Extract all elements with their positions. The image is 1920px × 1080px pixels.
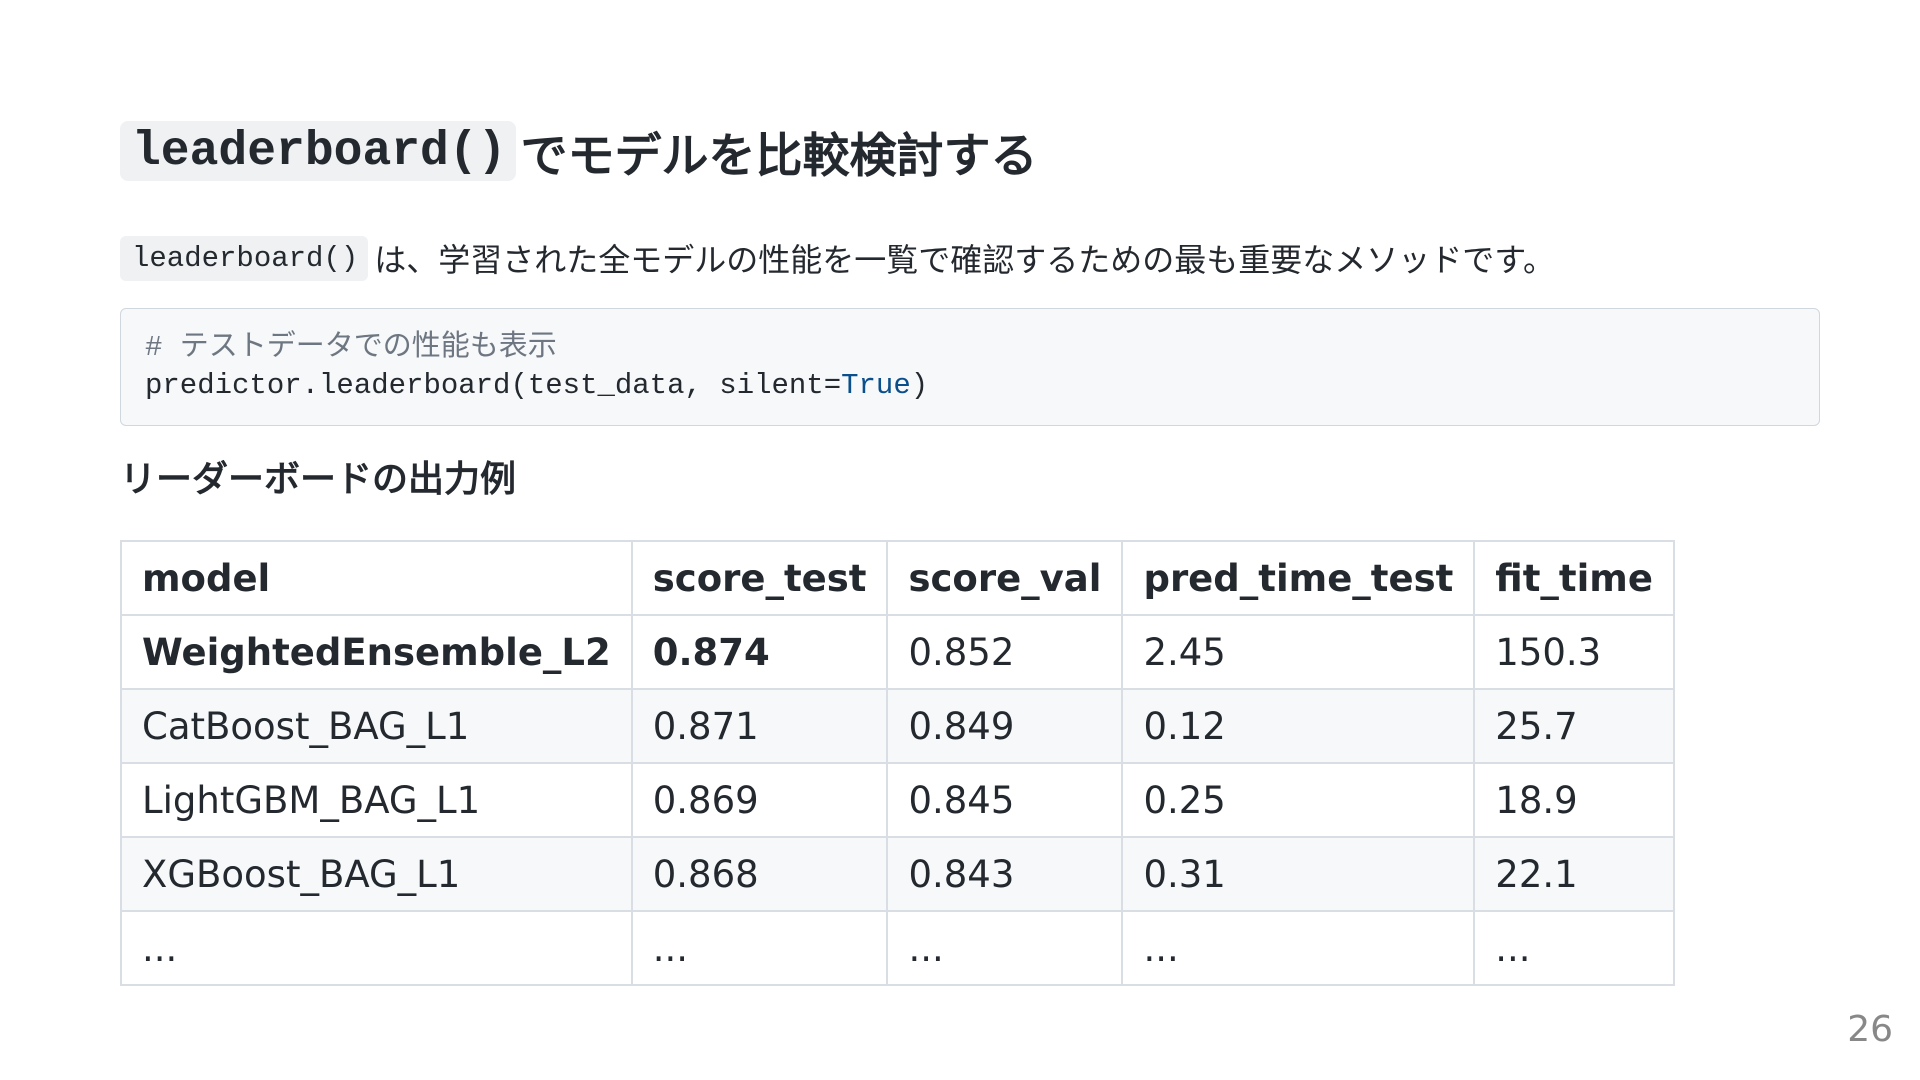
lead-code: leaderboard() [120,235,369,281]
table-cell: 0.31 [1121,836,1476,912]
code-line: predictor.leaderboard(test_data, silent=… [145,367,1795,405]
table-cell: ... [1121,910,1476,986]
table-cell: 0.874 [630,614,889,690]
table-cell: 0.868 [630,836,889,912]
table-cell: ... [1473,910,1675,986]
table-cell: CatBoost_BAG_L1 [120,688,633,764]
table-cell: 0.871 [630,688,889,764]
page-number: 26 [1847,1009,1893,1050]
table-cell: 0.849 [886,688,1124,764]
table-cell: ... [630,910,889,986]
lead-text: は、学習された全モデルの性能を一覧で確認するための最も重要なメソッドです。 [374,241,1556,279]
table-cell: 0.25 [1121,762,1476,838]
code-prefix: predictor.leaderboard(test_data, silent= [145,369,842,402]
header-fit-time: fit_time [1473,540,1675,616]
table-cell: 25.7 [1473,688,1675,764]
table-row: CatBoost_BAG_L1 0.871 0.849 0.12 25.7 [120,688,1675,764]
table-cell: 0.869 [630,762,889,838]
lead-paragraph: leaderboard() は、学習された全モデルの性能を一覧で確認するための最… [120,232,1820,284]
table-row: WeightedEnsemble_L2 0.874 0.852 2.45 150… [120,614,1675,690]
slide: leaderboard() でモデルを比較検討する leaderboard() … [120,118,1820,986]
code-block: # テストデータでの性能も表示 predictor.leaderboard(te… [120,308,1820,426]
table-cell: 2.45 [1121,614,1476,690]
header-score-val: score_val [886,540,1124,616]
section-subtitle: リーダーボードの出力例 [120,459,517,500]
table-cell: XGBoost_BAG_L1 [120,836,633,912]
table-cell: 0.852 [886,614,1124,690]
table-cell: ... [120,910,633,986]
header-model: model [120,540,633,616]
header-pred-time-test: pred_time_test [1121,540,1476,616]
table-cell: 150.3 [1473,614,1675,690]
table-row: LightGBM_BAG_L1 0.869 0.845 0.25 18.9 [120,762,1675,838]
table-cell: 0.12 [1121,688,1476,764]
table-cell: ... [886,910,1124,986]
leaderboard-table: model score_test score_val pred_time_tes… [120,540,1675,986]
table-row: XGBoost_BAG_L1 0.868 0.843 0.31 22.1 [120,836,1675,912]
table-cell: 18.9 [1473,762,1675,838]
table-row: ... ... ... ... ... [120,910,1675,986]
table-cell: 0.843 [886,836,1124,912]
table-cell: LightGBM_BAG_L1 [120,762,633,838]
code-suffix: ) [910,369,929,402]
table-cell: 0.845 [886,762,1124,838]
title-code: leaderboard() [120,121,517,181]
code-keyword: True [841,369,911,402]
title-text: でモデルを比較検討する [520,128,1038,184]
code-comment: # テストデータでの性能も表示 [145,331,557,364]
table-header-row: model score_test score_val pred_time_tes… [120,540,1675,616]
header-score-test: score_test [630,540,889,616]
table-cell: 22.1 [1473,836,1675,912]
slide-title: leaderboard() でモデルを比較検討する [120,118,1820,184]
table-cell: WeightedEnsemble_L2 [120,614,633,690]
